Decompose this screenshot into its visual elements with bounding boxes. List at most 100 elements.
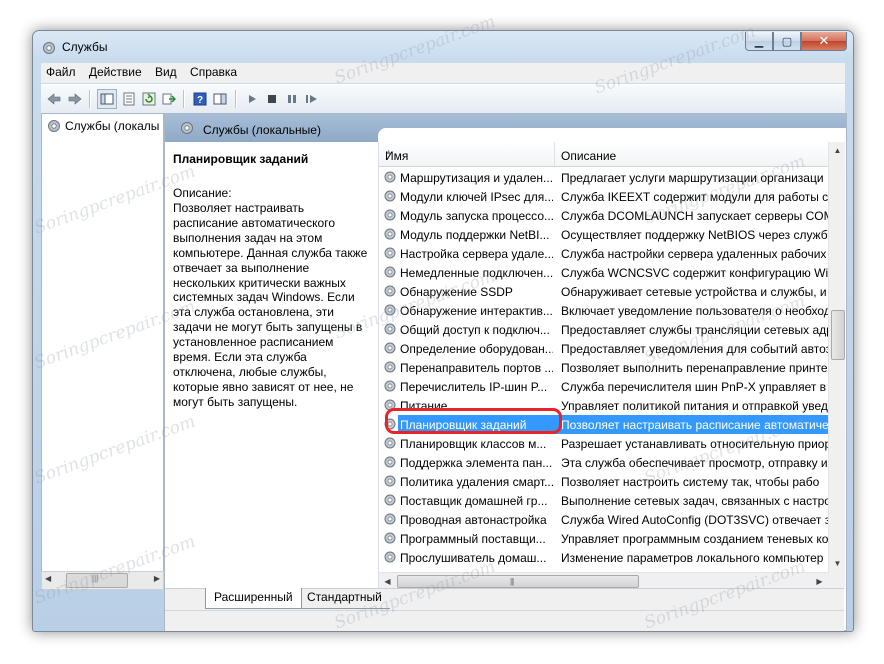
scroll-right-arrow-icon[interactable]: ▶ (811, 573, 828, 588)
hscroll-thumb[interactable]: ||| (397, 575, 639, 588)
menu-file[interactable]: Файл (41, 63, 81, 79)
table-row[interactable]: Перечислитель IP-шин P... Служба перечисл… (379, 377, 828, 396)
service-gear-icon (384, 361, 396, 373)
service-name: Проводная автонастройка (400, 513, 547, 527)
tree-item-services-local[interactable]: Службы (локалы (46, 118, 159, 134)
pause-service-icon[interactable] (283, 90, 301, 108)
tab-standard[interactable]: Стандартный (299, 588, 390, 609)
table-row[interactable]: Обнаружение интерактив... Включает уведом… (379, 301, 828, 320)
service-name: Политика удаления смарт... (400, 475, 553, 489)
forward-arrow-icon[interactable] (66, 90, 84, 108)
service-gear-icon (384, 190, 396, 202)
column-header-name[interactable]: Имя ▲ (379, 142, 555, 166)
table-row[interactable]: Модули ключей IPsec для... Служба IKEEXT … (379, 187, 828, 206)
service-description: Управляет политикой питания и отправкой … (561, 399, 828, 413)
start-service-icon[interactable] (243, 90, 261, 108)
close-button[interactable]: ✕ (801, 32, 847, 51)
vscroll-thumb[interactable] (831, 310, 845, 360)
services-gear-icon (43, 42, 55, 54)
list-header: Имя ▲ Описание (379, 142, 828, 167)
table-row[interactable]: Маршрутизация и удален... Предлагает услу… (379, 168, 828, 187)
service-description: Служба DCOMLAUNCH запускает серверы COM (561, 209, 828, 223)
list-hscrollbar[interactable]: ◀ ||| ▶ (379, 572, 828, 588)
sort-ascending-icon: ▲ (385, 149, 392, 156)
service-description: Эта служба обеспечивает просмотр, отправ… (561, 456, 828, 470)
scroll-left-arrow-icon[interactable]: ◀ (379, 573, 396, 588)
scroll-up-arrow-icon[interactable]: ▲ (829, 142, 845, 159)
service-description: Разрешает устанавливать относительную пр… (561, 437, 828, 451)
service-gear-icon (384, 323, 396, 335)
annotation-highlight (385, 408, 562, 434)
menu-view[interactable]: Вид (150, 63, 182, 79)
svg-text:?: ? (197, 95, 203, 106)
service-description: Изменение параметров локального компьюте… (561, 551, 824, 565)
services-main-pane: Службы (локальные) Планировщик заданий О… (164, 113, 847, 631)
table-row[interactable]: Общий доступ к подключ... Предоставляет с… (379, 320, 828, 339)
menu-bar: Файл Действие Вид Справка (41, 63, 845, 83)
service-description: Осуществляет поддержку NetBIOS через слу… (561, 228, 828, 242)
detail-description-label: Описание: (173, 186, 232, 200)
table-row[interactable]: Программный поставщи... Управляет програм… (379, 529, 828, 548)
show-hide-console-tree-icon[interactable] (97, 89, 117, 109)
service-description: Предоставляет службы трансляции сетевых … (561, 323, 828, 337)
list-vscrollbar[interactable]: ▲ ▼ (828, 142, 845, 572)
table-row[interactable]: Политика удаления смарт... Позволяет наст… (379, 472, 828, 491)
service-name: Перечислитель IP-шин P... (400, 380, 548, 394)
back-arrow-icon[interactable] (45, 90, 63, 108)
scroll-down-arrow-icon[interactable]: ▼ (829, 555, 845, 572)
service-gear-icon (384, 513, 396, 525)
table-row[interactable]: Проводная автонастройка Служба Wired Auto… (379, 510, 828, 529)
service-gear-icon (384, 380, 396, 392)
table-row[interactable]: Перенаправитель портов ... Позволяет выпо… (379, 358, 828, 377)
service-gear-icon (384, 532, 396, 544)
service-gear-icon (384, 266, 396, 278)
service-name: Перенаправитель портов ... (400, 361, 553, 375)
service-description: Управляет программным созданием теневых … (561, 532, 828, 546)
export-list-icon[interactable] (160, 90, 178, 108)
view-tabs: Расширенный Стандартный (165, 588, 844, 610)
refresh-icon[interactable] (140, 90, 158, 108)
service-description: Служба Wired AutoConfig (DOT3SVC) отвеча… (561, 513, 828, 527)
table-row[interactable]: Планировщик классов м... Разрешает устана… (379, 434, 828, 453)
console-tree-hscrollbar[interactable]: ◀ ||| ▶ (41, 571, 164, 590)
service-description: Служба настройки сервера удаленных рабоч… (561, 247, 827, 261)
table-row[interactable]: Поставщик домашней гр... Выполнение сетев… (379, 491, 828, 510)
service-name: Общий доступ к подключ... (400, 323, 550, 337)
service-description: Позволяет выполнить перенаправление прин… (561, 361, 828, 375)
service-description: Служба перечислителя шин PnP-X управляет… (561, 380, 827, 394)
table-row[interactable]: Модуль запуска процессо... Служба DCOMLAU… (379, 206, 828, 225)
status-bar (165, 610, 844, 631)
table-row[interactable]: Обнаружение SSDP Обнаруживает сетевые уст… (379, 282, 828, 301)
service-description: Позволяет настроить систему так, чтобы р… (561, 475, 820, 489)
table-row[interactable]: Определение оборудован... Предоставляет у… (379, 339, 828, 358)
table-row[interactable]: Поддержка элемента пан... Эта служба обес… (379, 453, 828, 472)
console-tree: Службы (локалы (41, 113, 164, 573)
toolbar: ? (41, 84, 845, 114)
table-row[interactable]: Прослушиватель домаш... Изменение парамет… (379, 548, 828, 567)
service-description: Предлагает услуги маршрутизации организа… (561, 171, 824, 185)
menu-help[interactable]: Справка (185, 63, 242, 79)
services-window: Службы ▁ ▢ ✕ Файл Действие Вид Справка ?… (32, 30, 854, 632)
properties-icon[interactable] (120, 90, 138, 108)
table-row[interactable]: Настройка сервера удале... Служба настрой… (379, 244, 828, 263)
table-row[interactable]: Модуль поддержки NetBI... Осуществляет по… (379, 225, 828, 244)
tab-extended[interactable]: Расширенный (205, 588, 302, 609)
minimize-button[interactable]: ▁ (745, 32, 773, 51)
maximize-button[interactable]: ▢ (773, 32, 801, 51)
stop-service-icon[interactable] (263, 90, 281, 108)
service-name: Маршрутизация и удален... (400, 171, 553, 185)
service-name: Программный поставщи... (400, 532, 546, 546)
help-icon[interactable]: ? (191, 90, 209, 108)
service-gear-icon (384, 285, 396, 297)
action-pane-icon[interactable] (211, 90, 229, 108)
services-gear-icon (48, 120, 60, 132)
service-name: Поддержка элемента пан... (400, 456, 553, 470)
title-bar[interactable]: Службы ▁ ▢ ✕ (33, 31, 853, 63)
menu-action[interactable]: Действие (84, 63, 147, 79)
table-row[interactable]: Немедленные подключен... Служба WCNCSVC с… (379, 263, 828, 282)
service-description: Выполнение сетевых задач, связанных с на… (561, 494, 828, 508)
service-name: Модули ключей IPsec для... (400, 190, 553, 204)
service-description: Обнаруживает сетевые устройства и службы… (561, 285, 827, 299)
service-name: Прослушиватель домаш... (400, 551, 547, 565)
restart-service-icon[interactable] (303, 90, 321, 108)
